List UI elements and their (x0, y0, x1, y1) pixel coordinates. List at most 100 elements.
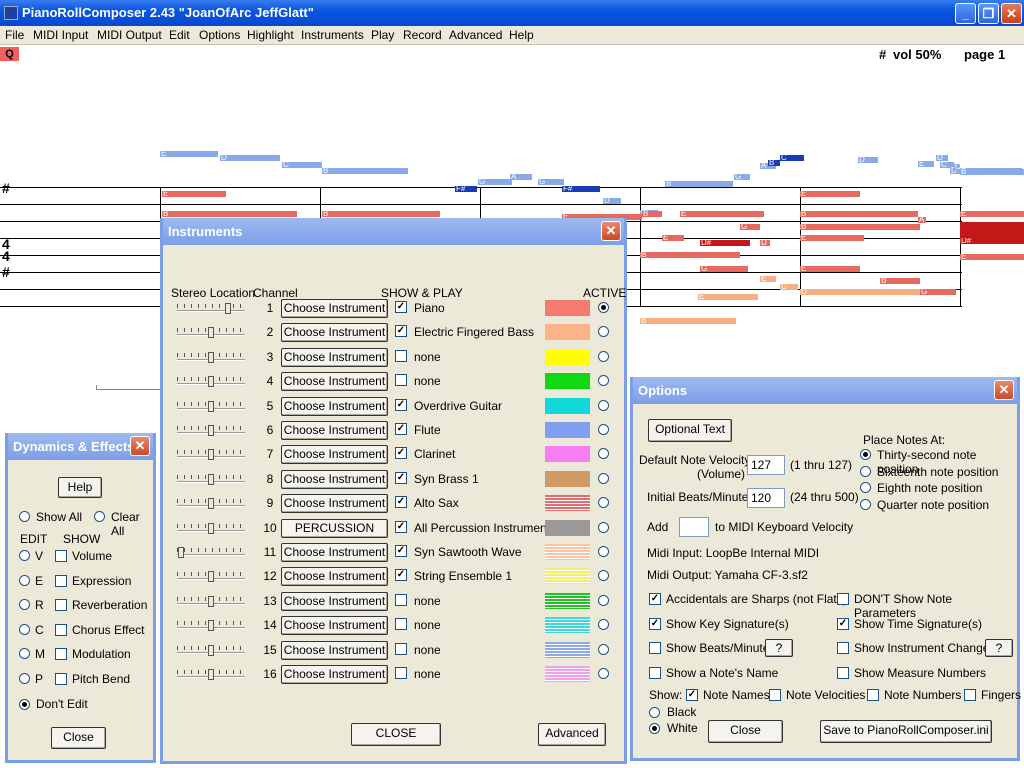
note[interactable]: C (780, 283, 798, 291)
show-checkbox[interactable] (769, 689, 781, 701)
bpm-input[interactable]: 120 (747, 488, 785, 508)
choose-instrument-button[interactable]: Choose Instrument (281, 665, 388, 684)
option-checkbox[interactable] (837, 593, 849, 605)
show-play-checkbox[interactable]: ✓ (395, 545, 407, 557)
show-checkbox[interactable] (964, 689, 976, 701)
menu-edit[interactable]: Edit (169, 28, 190, 42)
choose-instrument-button[interactable]: Choose Instrument (281, 469, 388, 489)
note[interactable]: G (740, 223, 760, 231)
note[interactable]: D# (700, 239, 750, 247)
edit-radio[interactable] (19, 623, 30, 635)
place-notes-radio[interactable] (860, 465, 871, 477)
show-play-checkbox[interactable]: ✓ (395, 301, 407, 313)
option-checkbox[interactable]: ✓ (837, 617, 849, 630)
note[interactable]: G (700, 265, 748, 273)
options-close-button[interactable]: Close (708, 720, 783, 743)
clear-all-radio[interactable] (94, 511, 105, 522)
edit-radio[interactable] (19, 672, 30, 684)
options-close-x-button[interactable]: ✕ (994, 380, 1014, 400)
menu-midi-input[interactable]: MIDI Input (33, 28, 88, 42)
channel-color-swatch[interactable] (545, 422, 590, 438)
note[interactable]: D (760, 239, 770, 247)
active-channel-radio[interactable] (598, 594, 609, 606)
show-play-checkbox[interactable] (395, 618, 407, 631)
show-checkbox[interactable] (55, 623, 67, 636)
choose-instrument-button[interactable]: Choose Instrument (281, 445, 388, 465)
edit-radio[interactable] (19, 550, 30, 561)
channel-color-swatch[interactable] (545, 666, 590, 682)
dynamics-help-button[interactable]: Help (58, 477, 102, 498)
option-checkbox[interactable]: ✓ (649, 617, 661, 630)
note[interactable]: G (478, 178, 512, 186)
note[interactable]: E (960, 253, 1024, 261)
active-channel-radio[interactable] (598, 375, 609, 387)
note[interactable]: D (858, 156, 878, 164)
stereo-slider[interactable] (175, 399, 247, 413)
place-notes-radio[interactable] (860, 449, 871, 460)
show-play-checkbox[interactable]: ✓ (395, 447, 407, 460)
active-channel-radio[interactable] (598, 570, 609, 582)
show-play-checkbox[interactable] (395, 593, 407, 606)
beats-help-button[interactable]: ? (765, 639, 793, 657)
edit-radio[interactable] (19, 574, 30, 586)
stereo-slider[interactable] (175, 569, 247, 583)
show-play-checkbox[interactable]: ✓ (395, 423, 407, 435)
choose-instrument-button[interactable]: Choose Instrument (281, 347, 388, 367)
show-play-checkbox[interactable]: ✓ (395, 520, 407, 533)
option-checkbox[interactable] (837, 642, 849, 654)
active-channel-radio[interactable] (598, 643, 609, 655)
show-play-checkbox[interactable]: ✓ (395, 471, 407, 484)
menu-record[interactable]: Record (403, 28, 442, 42)
stereo-slider[interactable] (175, 374, 247, 388)
note[interactable]: G (920, 288, 956, 296)
option-checkbox[interactable] (649, 666, 661, 679)
note[interactable]: B (640, 317, 736, 325)
edit-radio[interactable] (19, 648, 30, 659)
velocity-input[interactable]: 127 (747, 455, 785, 475)
note[interactable]: E (800, 265, 860, 273)
channel-color-swatch[interactable] (545, 568, 590, 585)
note[interactable]: E (680, 210, 764, 218)
note[interactable]: B (640, 251, 740, 259)
note[interactable]: E (800, 234, 864, 242)
show-play-checkbox[interactable]: ✓ (395, 398, 407, 411)
menu-advanced[interactable]: Advanced (449, 28, 502, 42)
show-checkbox[interactable] (55, 648, 67, 660)
show-checkbox[interactable] (55, 574, 67, 587)
choose-instrument-button[interactable]: Choose Instrument (281, 421, 388, 440)
choose-instrument-button[interactable]: Choose Instrument (281, 396, 388, 416)
option-checkbox[interactable]: ✓ (649, 593, 661, 605)
add-velocity-input[interactable] (679, 517, 709, 537)
stereo-slider[interactable] (175, 618, 247, 632)
note[interactable]: G (734, 173, 750, 181)
channel-color-swatch[interactable] (545, 324, 590, 341)
background-white-radio[interactable] (649, 723, 660, 734)
channel-color-swatch[interactable] (545, 617, 590, 634)
active-channel-radio[interactable] (598, 521, 609, 533)
note[interactable]: E (698, 293, 758, 301)
note[interactable]: E (162, 190, 226, 198)
channel-color-swatch[interactable] (545, 470, 590, 487)
show-play-checkbox[interactable] (395, 667, 407, 679)
dynamics-close-button[interactable]: Close (51, 727, 106, 749)
menu-instruments[interactable]: Instruments (301, 28, 364, 42)
channel-color-swatch[interactable] (545, 641, 590, 658)
channel-color-swatch[interactable] (545, 373, 590, 390)
active-channel-radio[interactable] (598, 546, 609, 557)
note[interactable]: B (322, 210, 440, 218)
note[interactable]: E (918, 160, 934, 168)
note[interactable]: B (642, 210, 662, 218)
note[interactable]: B (162, 210, 297, 218)
note[interactable]: F# (455, 185, 477, 193)
choose-instrument-button[interactable]: Choose Instrument (281, 616, 388, 636)
dont-edit-radio[interactable] (19, 699, 30, 710)
note[interactable]: B (880, 277, 920, 285)
note[interactable]: D (800, 288, 920, 296)
stereo-slider[interactable] (175, 325, 247, 339)
note[interactable]: B (960, 168, 1024, 176)
place-notes-radio[interactable] (860, 498, 871, 510)
menu-midi-output[interactable]: MIDI Output (97, 28, 162, 42)
choose-instrument-button[interactable]: Choose Instrument (281, 543, 388, 562)
show-checkbox[interactable]: ✓ (686, 689, 698, 701)
note[interactable]: E (662, 234, 684, 242)
